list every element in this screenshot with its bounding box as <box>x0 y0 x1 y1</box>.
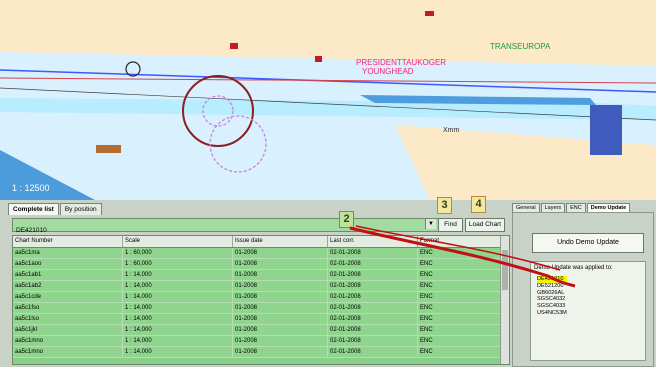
table-cell: 01-2008 <box>233 292 328 302</box>
map-label-transeuropa: TRANSEUROPA <box>490 42 551 51</box>
table-cell: 1 : 14,000 <box>123 336 233 346</box>
table-cell: 01-2008 <box>233 248 328 258</box>
map-svg: TRANSEUROPA PRESIDENTTAUKOGER YOUNGHEAD … <box>0 0 656 200</box>
applied-item: DE421010 <box>537 276 568 283</box>
table-cell: 01-2008 <box>233 303 328 313</box>
table-cell: ENC <box>418 347 503 357</box>
table-cell: 1 : 14,000 <box>123 325 233 335</box>
find-button[interactable]: Find <box>438 218 463 232</box>
table-row[interactable]: aa5c1ab2 1 : 14,000 01-2008 02-01-2008 ENC <box>13 281 509 292</box>
marker-4: 4 <box>471 196 486 213</box>
map-label-younghead: YOUNGHEAD <box>362 67 414 76</box>
table-cell: 1 : 14,000 <box>123 314 233 324</box>
table-cell: 01-2008 <box>233 259 328 269</box>
table-cell: 1 : 60,000 <box>123 248 233 258</box>
table-cell: 1 : 14,000 <box>123 303 233 313</box>
applied-title: Demo Update was applied to: <box>534 265 613 271</box>
table-cell: 1 : 14,000 <box>123 281 233 291</box>
table-row[interactable]: aa5c1ma 1 : 60,000 01-2008 02-01-2008 ENC <box>13 248 509 259</box>
table-cell: aa5c1ab2 <box>13 281 123 291</box>
tab-complete-list[interactable]: Complete list <box>8 203 59 215</box>
table-cell: 1 : 60,000 <box>123 259 233 269</box>
table-header: Chart Number Scale Issue date Last corr.… <box>13 236 509 248</box>
applied-item: DE521200 <box>537 282 564 289</box>
search-input[interactable]: DE421010 <box>12 218 440 234</box>
map-label-presidenttaukoger: PRESIDENTTAUKOGER <box>356 58 446 67</box>
table-cell: 01-2008 <box>233 281 328 291</box>
table-cell: ENC <box>418 248 503 258</box>
applied-list: DE421010 DE521200 GB6026AL SGSC4032 SGSC4033… <box>537 276 568 317</box>
table-cell: aa5c1fso <box>13 303 123 313</box>
table-cell: 01-2008 <box>233 336 328 346</box>
table-cell: aa5c1ma <box>13 248 123 258</box>
table-cell: ENC <box>418 314 503 324</box>
table-cell: 01-2008 <box>233 270 328 280</box>
table-cell: 01-2008 <box>233 347 328 357</box>
table-cell: 02-01-2008 <box>328 281 418 291</box>
applied-item: US4NC53M <box>537 309 567 316</box>
table-scrollbar[interactable] <box>500 236 509 364</box>
table-row[interactable]: aa5c1mno 1 : 14,000 01-2008 02-01-2008 ENC <box>13 336 509 347</box>
load-chart-button[interactable]: Load Chart <box>465 218 505 232</box>
table-row[interactable]: aa5c1lso 1 : 14,000 01-2008 02-01-2008 ENC <box>13 314 509 325</box>
table-cell: 02-01-2008 <box>328 314 418 324</box>
table-cell: ENC <box>418 270 503 280</box>
table-cell: 02-01-2008 <box>328 259 418 269</box>
table-row[interactable]: aa5c1fso 1 : 14,000 01-2008 02-01-2008 ENC <box>13 303 509 314</box>
marker-3: 3 <box>437 197 452 214</box>
table-cell: aa5c1mno <box>13 347 123 357</box>
map-scale-label: 1 : 12500 <box>12 183 50 193</box>
header-format[interactable]: Format <box>418 236 503 247</box>
table-cell: aa5c1cde <box>13 292 123 302</box>
table-row[interactable]: aa5c1aoo 1 : 60,000 01-2008 02-01-2008 ENC <box>13 259 509 270</box>
marker-2: 2 <box>339 211 354 228</box>
table-cell: aa5c1lso <box>13 314 123 324</box>
tab-by-position[interactable]: By position <box>59 203 102 215</box>
chart-table[interactable]: Chart Number Scale Issue date Last corr.… <box>12 235 510 365</box>
table-row[interactable]: aa5c1mno 1 : 14,000 01-2008 02-01-2008 ENC <box>13 347 509 358</box>
table-cell: 01-2008 <box>233 314 328 324</box>
header-chart-number[interactable]: Chart Number <box>13 236 123 247</box>
applied-item: GB6026AL <box>537 289 565 296</box>
table-cell: 1 : 14,000 <box>123 270 233 280</box>
table-cell: 1 : 14,000 <box>123 292 233 302</box>
table-cell: aa5c1mno <box>13 336 123 346</box>
chevron-down-icon[interactable]: ▼ <box>425 219 436 229</box>
header-last-corr[interactable]: Last corr. <box>328 236 418 247</box>
table-cell: 02-01-2008 <box>328 248 418 258</box>
applied-item: SGSC4032 <box>537 296 566 303</box>
table-cell: 02-01-2008 <box>328 292 418 302</box>
table-row[interactable]: aa5c1jkl 1 : 14,000 01-2008 02-01-2008 ENC <box>13 325 509 336</box>
table-cell: 1 : 14,000 <box>123 347 233 357</box>
table-cell: ENC <box>418 259 503 269</box>
table-cell: ENC <box>418 336 503 346</box>
table-row[interactable]: aa5c1cde 1 : 14,000 01-2008 02-01-2008 ENC <box>13 292 509 303</box>
chart-map-view[interactable]: TRANSEUROPA PRESIDENTTAUKOGER YOUNGHEAD … <box>0 0 656 202</box>
table-cell: 02-01-2008 <box>328 303 418 313</box>
table-cell: 01-2008 <box>233 325 328 335</box>
applied-item: SGSC4033 <box>537 303 566 310</box>
scrollbar-thumb[interactable] <box>502 250 508 290</box>
table-cell: ENC <box>418 325 503 335</box>
table-row[interactable]: aa5c1ab1 1 : 14,000 01-2008 02-01-2008 ENC <box>13 270 509 281</box>
table-cell: aa5c1aoo <box>13 259 123 269</box>
undo-demo-update-button[interactable]: Undo Demo Update <box>532 233 644 253</box>
table-cell: 02-01-2008 <box>328 347 418 357</box>
table-cell: ENC <box>418 292 503 302</box>
map-label-xmm: Xmm <box>443 127 460 134</box>
header-issue-date[interactable]: Issue date <box>233 236 328 247</box>
search-value: DE421010 <box>16 227 47 234</box>
table-cell: aa5c1ab1 <box>13 270 123 280</box>
table-cell: 02-01-2008 <box>328 336 418 346</box>
table-cell: 02-01-2008 <box>328 270 418 280</box>
table-cell: 02-01-2008 <box>328 325 418 335</box>
demo-update-applied-box: Demo Update was applied to: DE421010 DE52… <box>530 261 646 361</box>
header-scale[interactable]: Scale <box>123 236 233 247</box>
table-cell: ENC <box>418 281 503 291</box>
table-cell: aa5c1jkl <box>13 325 123 335</box>
table-cell: ENC <box>418 303 503 313</box>
